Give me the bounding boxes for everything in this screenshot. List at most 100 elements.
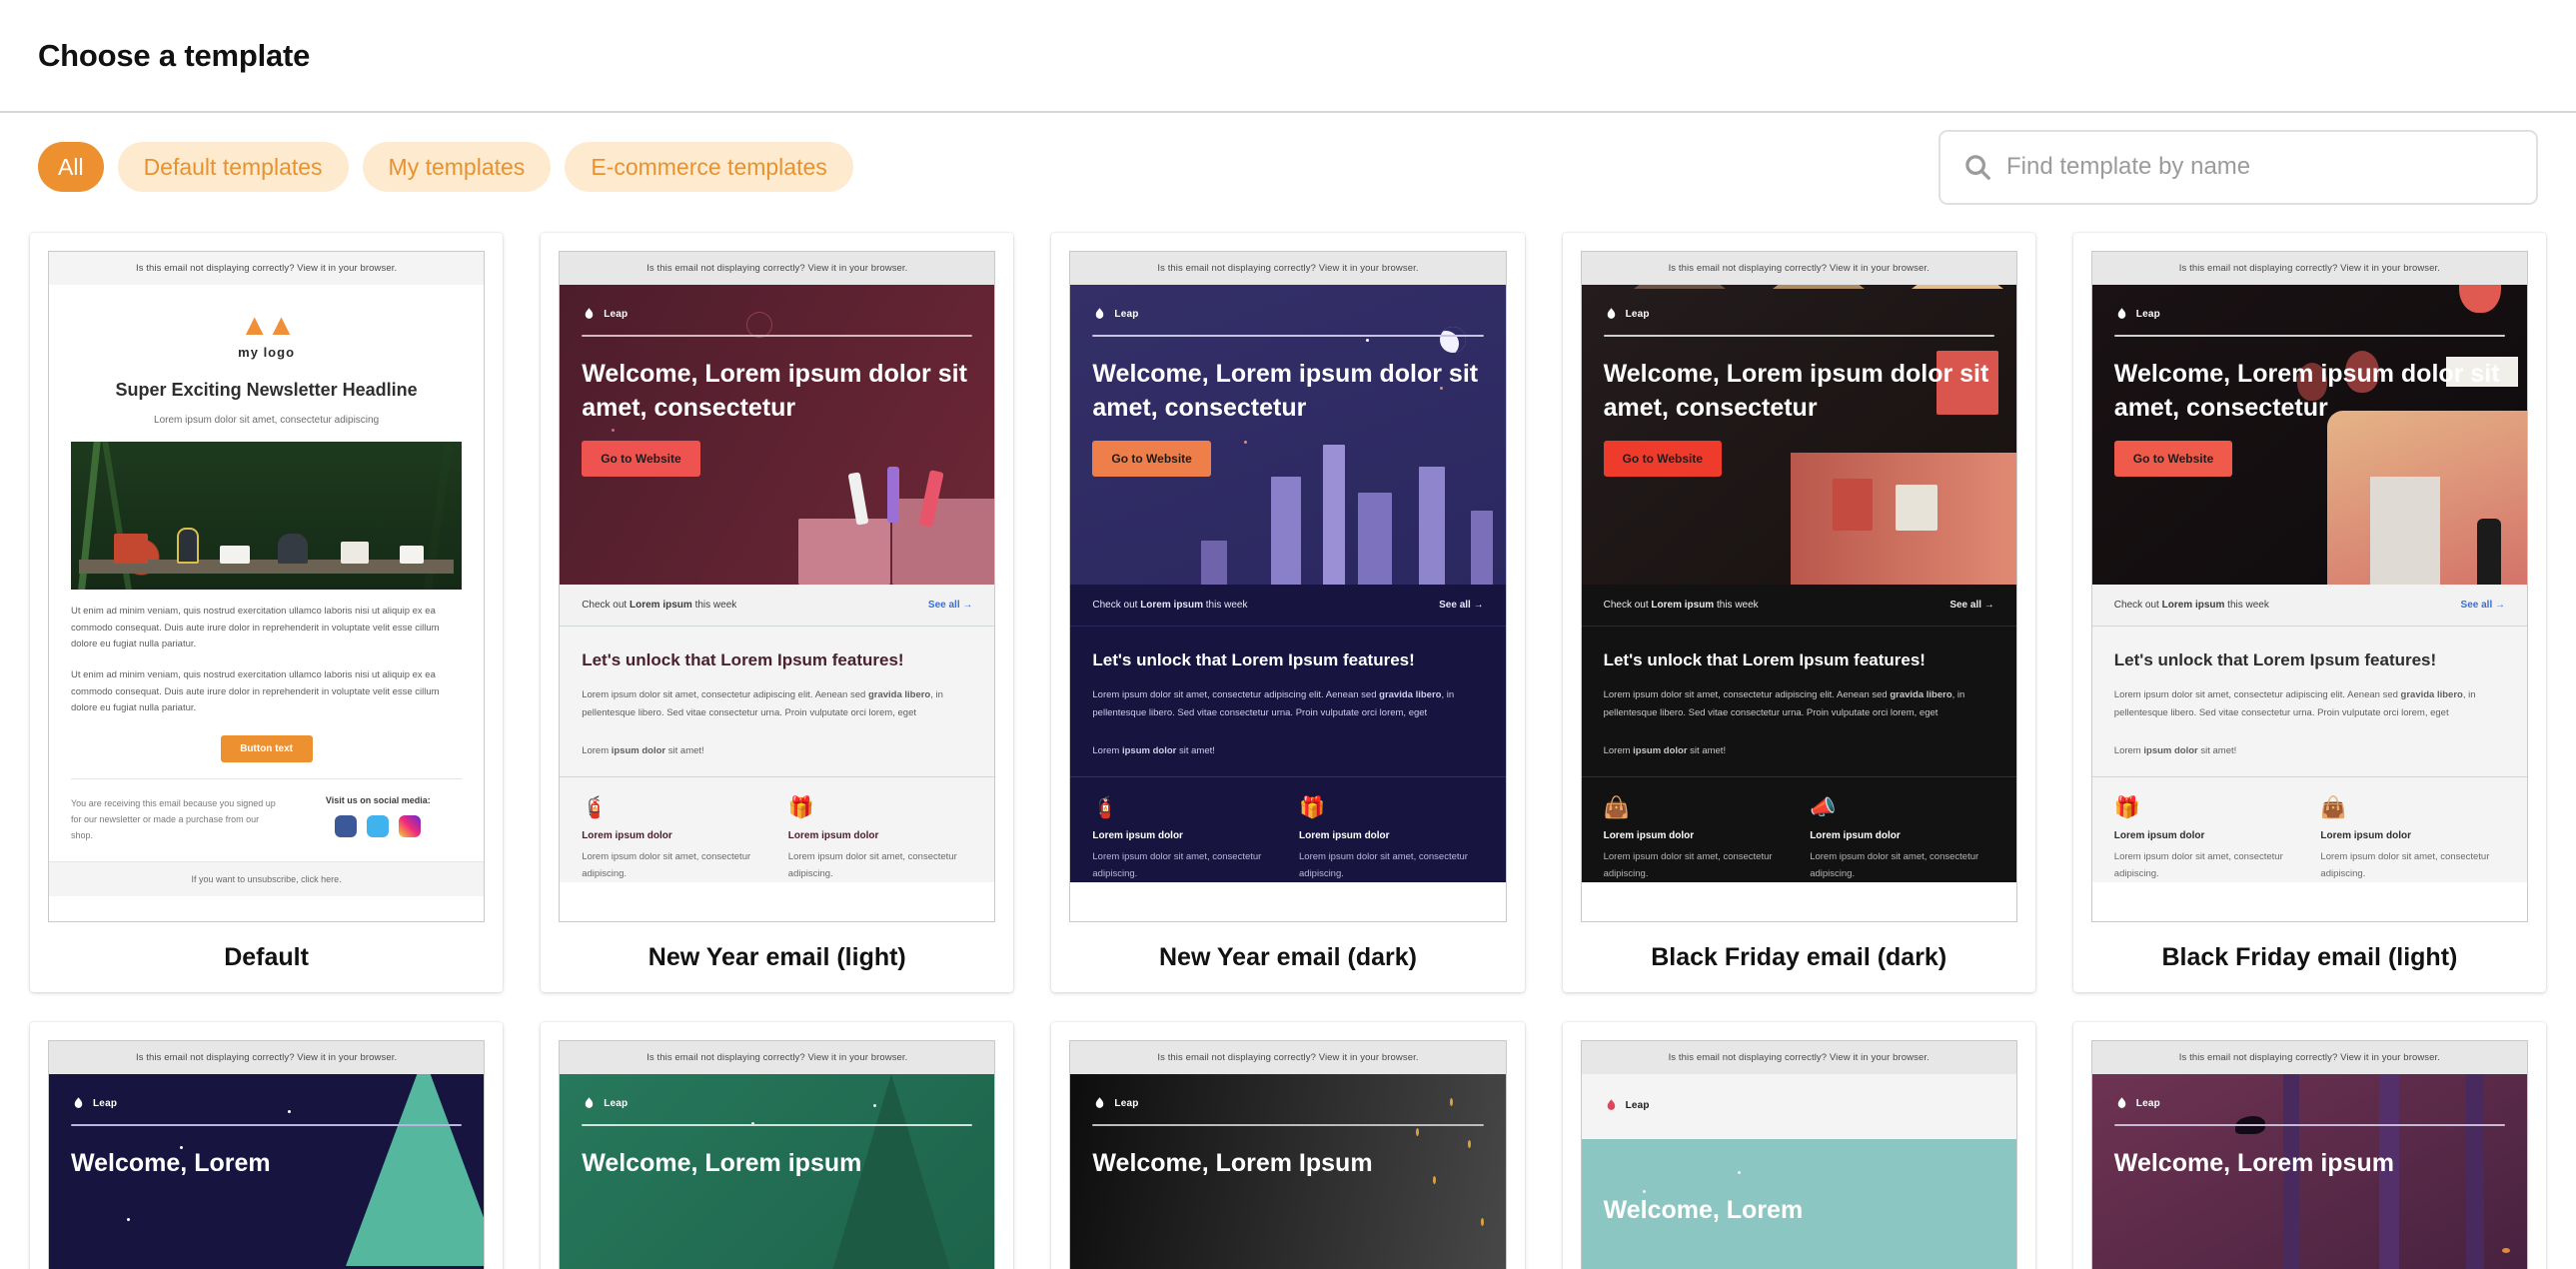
hero-heading: Welcome, Lorem <box>71 1149 271 1177</box>
feature-heading: Let's unlock that Lorem Ipsum features! <box>1092 650 1415 669</box>
hero-cta-button[interactable]: Go to Website <box>2113 441 2233 477</box>
template-card-black-friday-dark[interactable]: Is this email not displaying correctly? … <box>1562 233 2035 992</box>
template-card-teal-light[interactable]: Is this email not displaying correctly? … <box>1562 1022 2035 1269</box>
hero-cta-button[interactable]: Go to Website <box>582 441 700 477</box>
leap-flame-icon <box>585 1097 594 1108</box>
feature-column: 👜 Lorem ipsum dolor Lorem ipsum dolor si… <box>2320 797 2505 882</box>
filter-chip-default-templates[interactable]: Default templates <box>117 142 349 192</box>
feature-paragraph-1: Lorem ipsum dolor sit amet, consectetur … <box>1092 689 1455 719</box>
template-preview: Is this email not displaying correctly? … <box>559 251 996 922</box>
brand-name: Leap <box>1625 1100 1650 1111</box>
promo-strip: Check out Lorem ipsum this week See all … <box>2091 585 2527 627</box>
feature-paragraph-2: Lorem ipsum dolor sit amet! <box>2113 745 2237 757</box>
search-box[interactable] <box>1938 129 2538 205</box>
brand-name: Leap <box>604 1098 629 1109</box>
hero-heading: Welcome, Lorem ipsum <box>582 1149 862 1177</box>
leap-flame-icon <box>1096 308 1104 319</box>
hero-cta-button[interactable]: Go to Website <box>1603 441 1723 477</box>
toolbar: All Default templates My templates E-com… <box>0 113 2576 221</box>
see-all-link[interactable]: See all → <box>1949 600 1993 611</box>
brand: Leap <box>1092 307 1483 322</box>
column-title: Lorem ipsum dolor <box>1092 830 1183 842</box>
logo-text: my logo <box>238 345 296 360</box>
column-title: Lorem ipsum dolor <box>582 830 672 842</box>
brand-name: Leap <box>2135 1098 2160 1109</box>
brand: Leap <box>2114 307 2505 322</box>
facebook-icon[interactable] <box>335 814 358 837</box>
template-preview: Is this email not displaying correctly? … <box>48 1040 486 1269</box>
hero-heading: Welcome, Lorem ipsum <box>2113 1149 2394 1177</box>
column-title: Lorem ipsum dolor <box>1299 830 1390 842</box>
template-card-gold-dark[interactable]: Is this email not displaying correctly? … <box>1051 1022 1525 1269</box>
template-card-christmas-dark[interactable]: Is this email not displaying correctly? … <box>30 1022 504 1269</box>
feature-section: Let's unlock that Lorem Ipsum features! … <box>1581 627 2016 777</box>
template-card-black-friday-light[interactable]: Is this email not displaying correctly? … <box>2072 233 2546 992</box>
hero-banner: Welcome, Lorem <box>1581 1139 2016 1269</box>
instagram-icon[interactable] <box>399 814 422 837</box>
feature-column: 🎁 Lorem ipsum dolor Lorem ipsum dolor si… <box>2114 797 2299 882</box>
feature-paragraph-1: Lorem ipsum dolor sit amet, consectetur … <box>582 689 943 719</box>
fire-extinguisher-icon: 🧯 <box>1092 796 1119 820</box>
filter-chip-ecommerce-templates[interactable]: E-commerce templates <box>565 142 853 192</box>
brand: Leap <box>582 307 972 322</box>
browser-notice: Is this email not displaying correctly? … <box>49 1041 485 1074</box>
template-grid-row-2: Is this email not displaying correctly? … <box>0 992 2576 1269</box>
feature-columns: 🎁 Lorem ipsum dolor Lorem ipsum dolor si… <box>2091 776 2527 883</box>
search-icon <box>1962 152 1992 182</box>
brand: Leap <box>582 1096 972 1111</box>
feature-paragraph-1: Lorem ipsum dolor sit amet, consectetur … <box>1603 689 1965 719</box>
template-card-new-year-light[interactable]: Is this email not displaying correctly? … <box>541 233 1014 992</box>
filter-chip-group: All Default templates My templates E-com… <box>38 142 853 192</box>
template-preview: Is this email not displaying correctly? … <box>2090 251 2528 922</box>
brand-name: Leap <box>1114 309 1139 320</box>
hero-banner: Leap Welcome, Lorem <box>49 1074 485 1269</box>
fire-extinguisher-icon: 🧯 <box>582 796 609 820</box>
template-card-new-year-dark[interactable]: Is this email not displaying correctly? … <box>1051 233 1525 992</box>
feature-column: 🎁 Lorem ipsum dolor Lorem ipsum dolor si… <box>1299 797 1484 882</box>
twitter-icon[interactable] <box>367 814 390 837</box>
hero-banner: Leap Welcome, Lorem Ipsum <box>1070 1074 1506 1269</box>
template-grid-row-1: Is this email not displaying correctly? … <box>0 221 2576 992</box>
column-desc: Lorem ipsum dolor sit amet, consectetur … <box>1299 851 1468 880</box>
promo-strip: Check out Lorem ipsum this week See all … <box>1070 585 1506 627</box>
handbag-icon: 👜 <box>2320 796 2347 820</box>
filter-chip-all[interactable]: All <box>38 142 104 192</box>
column-title: Lorem ipsum dolor <box>2320 830 2411 842</box>
cta-button[interactable]: Button text <box>220 734 313 762</box>
strip-text: Check out Lorem ipsum this week <box>582 600 737 611</box>
see-all-link[interactable]: See all → <box>1439 600 1483 611</box>
brand-name: Leap <box>1625 309 1650 320</box>
filter-chip-my-templates[interactable]: My templates <box>362 142 552 192</box>
template-card-halloween[interactable]: Is this email not displaying correctly? … <box>2072 1022 2546 1269</box>
hero-heading: Welcome, Lorem ipsum dolor sit amet, con… <box>1603 360 1989 422</box>
brand: Leap <box>1604 1098 1994 1113</box>
feature-column: 🧯 Lorem ipsum dolor Lorem ipsum dolor si… <box>1092 797 1277 882</box>
hero-cta-button[interactable]: Go to Website <box>1092 441 1211 477</box>
template-preview: Is this email not displaying correctly? … <box>559 1040 996 1269</box>
feature-heading: Let's unlock that Lorem Ipsum features! <box>582 650 904 669</box>
column-desc: Lorem ipsum dolor sit amet, consectetur … <box>582 851 751 880</box>
feature-paragraph-2: Lorem ipsum dolor sit amet! <box>1092 745 1215 757</box>
browser-notice: Is this email not displaying correctly? … <box>49 252 485 285</box>
search-input[interactable] <box>2006 153 2514 181</box>
see-all-link[interactable]: See all → <box>2461 600 2505 611</box>
hero-heading: Welcome, Lorem ipsum dolor sit amet, con… <box>582 360 967 422</box>
column-desc: Lorem ipsum dolor sit amet, consectetur … <box>2320 851 2490 880</box>
logo-mark-icon: ▲▲ <box>239 309 296 342</box>
feature-column: 📣 Lorem ipsum dolor Lorem ipsum dolor si… <box>1810 797 1994 882</box>
template-name: New Year email (light) <box>647 942 906 971</box>
feature-paragraph-2: Lorem ipsum dolor sit amet! <box>1603 745 1727 757</box>
brand: Leap <box>1604 307 1994 322</box>
template-preview: Is this email not displaying correctly? … <box>2090 1040 2528 1269</box>
column-title: Lorem ipsum dolor <box>2113 830 2205 842</box>
template-card-default[interactable]: Is this email not displaying correctly? … <box>30 233 504 992</box>
body-paragraph-2: Ut enim ad minim veniam, quis nostrud ex… <box>71 668 440 714</box>
feature-columns: 🧯 Lorem ipsum dolor Lorem ipsum dolor si… <box>1070 776 1506 883</box>
template-card-christmas-green[interactable]: Is this email not displaying correctly? … <box>541 1022 1014 1269</box>
brand: Leap <box>1092 1096 1483 1111</box>
feature-paragraph-1: Lorem ipsum dolor sit amet, consectetur … <box>2113 689 2476 719</box>
unsubscribe-note[interactable]: If you want to unsubscribe, click here. <box>49 861 485 897</box>
see-all-link[interactable]: See all → <box>928 600 972 611</box>
handbag-icon: 👜 <box>1603 796 1630 820</box>
hero-banner: Leap Welcome, Lorem ipsum dolor sit amet… <box>2091 285 2527 585</box>
